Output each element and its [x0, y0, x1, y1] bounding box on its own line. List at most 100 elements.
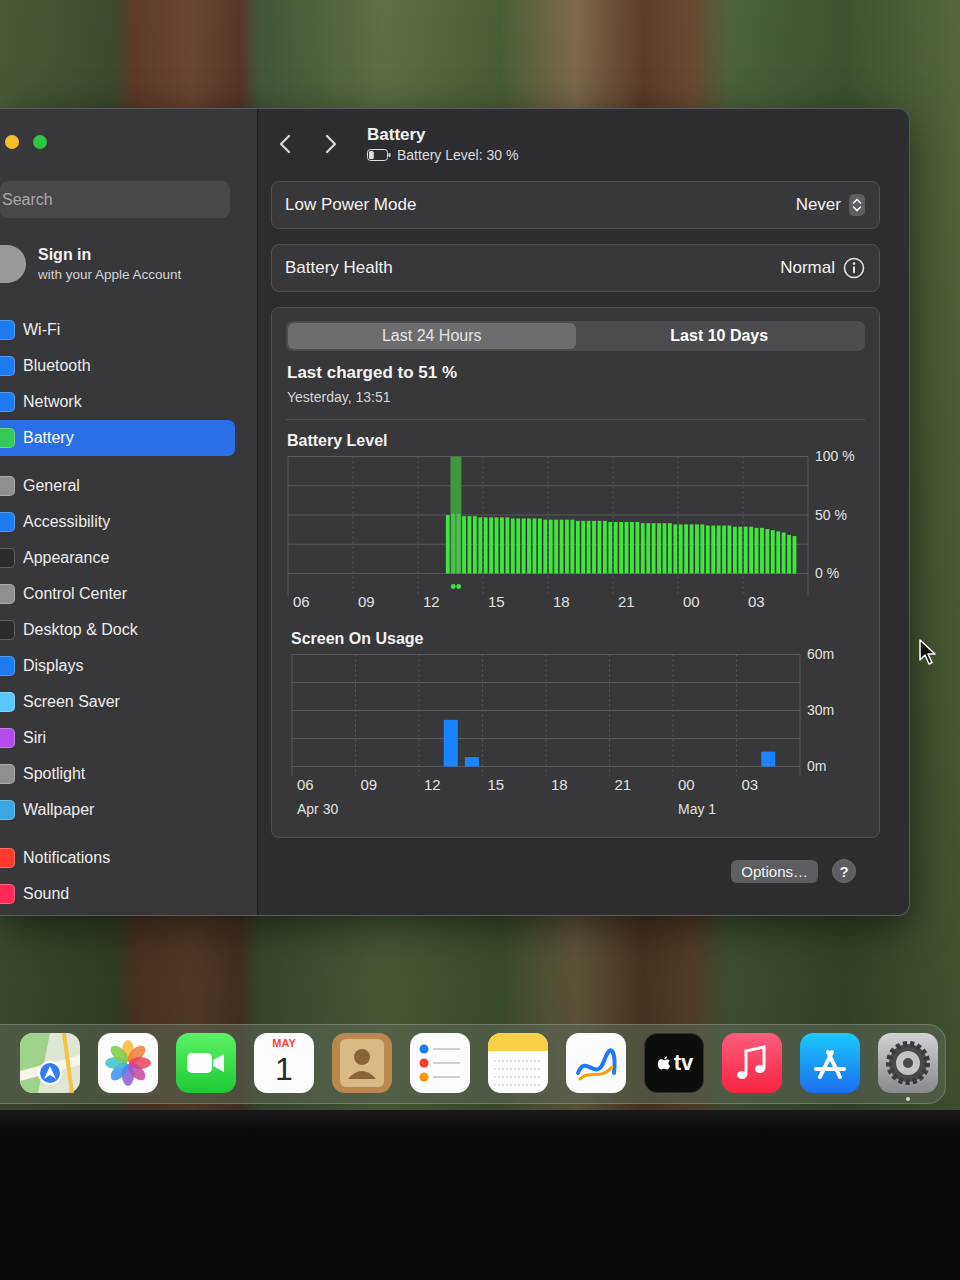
- battery-bar: [495, 517, 499, 573]
- range-tab[interactable]: Last 10 Days: [576, 323, 864, 349]
- setting-row: Low Power Mode Never: [271, 181, 880, 229]
- battery-bar: [646, 523, 650, 573]
- value-text: Normal: [780, 258, 835, 278]
- sidebar-item[interactable]: General: [0, 468, 235, 504]
- sidebar-item[interactable]: Sound: [0, 876, 235, 912]
- battery-bar: [614, 522, 618, 573]
- minimize-button[interactable]: [5, 135, 19, 149]
- sidebar-item[interactable]: Accessibility: [0, 504, 235, 540]
- sidebar-item[interactable]: Wi-Fi: [0, 312, 235, 348]
- content-pane: BatteryBattery Level: 30 % Low Power Mode…: [258, 109, 909, 915]
- help-button[interactable]: ?: [832, 859, 856, 883]
- reminders-icon[interactable]: [410, 1033, 470, 1093]
- maps-icon[interactable]: [20, 1033, 80, 1093]
- account-row[interactable]: Sign inwith your Apple Account: [0, 240, 234, 288]
- usage-bar: [444, 720, 458, 767]
- header: BatteryBattery Level: 30 %: [271, 121, 880, 167]
- sidebar-item[interactable]: Control Center: [0, 576, 235, 612]
- dock-item[interactable]: [176, 1033, 236, 1101]
- stepper-icon[interactable]: [849, 194, 865, 216]
- dock-item[interactable]: [488, 1033, 548, 1101]
- grid-line: [673, 655, 674, 776]
- tick-date: May 1: [678, 801, 736, 817]
- x-tick: 06Apr 30: [291, 776, 355, 817]
- info-icon[interactable]: [843, 257, 865, 279]
- facetime-icon[interactable]: [176, 1033, 236, 1093]
- notes-icon[interactable]: [488, 1033, 548, 1093]
- dock-item[interactable]: [566, 1033, 626, 1101]
- calendar-icon[interactable]: MAY1: [254, 1033, 314, 1093]
- tick-label: 18: [551, 776, 609, 793]
- battery-bar: [625, 522, 629, 573]
- back-button[interactable]: [273, 129, 297, 159]
- battery-bar: [679, 524, 683, 573]
- photos-icon[interactable]: [98, 1033, 158, 1093]
- battery-bar: [787, 535, 791, 574]
- dock-item[interactable]: [410, 1033, 470, 1101]
- dock-item[interactable]: [722, 1033, 782, 1101]
- grid-line: [353, 457, 354, 596]
- popup-button[interactable]: Never: [796, 194, 865, 216]
- chevron-left-icon[interactable]: [278, 133, 292, 155]
- sidebar-item[interactable]: Screen Saver: [0, 684, 235, 720]
- battery-bar: [554, 520, 558, 574]
- sidebar-item[interactable]: Wallpaper: [0, 792, 235, 828]
- options-button[interactable]: Options…: [731, 860, 818, 883]
- grid-line: [418, 457, 419, 596]
- dock-item[interactable]: [332, 1033, 392, 1101]
- contacts-icon[interactable]: [332, 1033, 392, 1093]
- settings-pane-icon: [0, 764, 15, 784]
- sidebar-label: Battery: [23, 429, 74, 447]
- battery-bar: [587, 521, 591, 574]
- sidebar-label: Control Center: [23, 585, 127, 603]
- battery-bar: [549, 520, 553, 574]
- sidebar-item[interactable]: Bluetooth: [0, 348, 235, 384]
- battery-bar: [635, 522, 639, 573]
- running-indicator: [594, 1097, 598, 1101]
- battery-bar: [516, 519, 520, 574]
- dock-item[interactable]: [800, 1033, 860, 1101]
- sidebar-item[interactable]: Siri: [0, 720, 235, 756]
- forward-button[interactable]: [319, 129, 343, 159]
- dock-item[interactable]: MAY1: [254, 1033, 314, 1101]
- sidebar-label: Notifications: [23, 849, 110, 867]
- battery-bar: [598, 521, 602, 574]
- setting-label: Low Power Mode: [285, 195, 416, 215]
- dock-item[interactable]: [20, 1033, 80, 1101]
- x-tick: 00: [677, 593, 742, 610]
- y-tick: 30m: [807, 701, 834, 719]
- sidebar-item[interactable]: Network: [0, 384, 235, 420]
- battery-bar: [695, 524, 699, 573]
- dock-item[interactable]: tv: [644, 1033, 704, 1101]
- sidebar-item[interactable]: Displays: [0, 648, 235, 684]
- sidebar-label: Sound: [23, 885, 69, 903]
- dock-item[interactable]: [878, 1033, 938, 1101]
- freeform-icon[interactable]: [566, 1033, 626, 1093]
- app-store-icon[interactable]: [800, 1033, 860, 1093]
- sidebar-item[interactable]: Notifications: [0, 840, 235, 876]
- sidebar-item[interactable]: Battery: [0, 420, 235, 456]
- battery-bar: [489, 517, 493, 573]
- running-indicator: [828, 1097, 832, 1101]
- battery-bar: [668, 523, 672, 573]
- x-tick: 18: [547, 593, 612, 610]
- tick-label: 21: [615, 776, 673, 793]
- music-icon[interactable]: [722, 1033, 782, 1093]
- system-settings-icon[interactable]: [878, 1033, 938, 1093]
- search-field[interactable]: Search: [0, 181, 230, 218]
- battery-bar: [538, 519, 542, 574]
- x-tick: 09: [352, 593, 417, 610]
- search-placeholder: Search: [2, 191, 53, 209]
- y-tick: 60m: [807, 645, 834, 663]
- desktop: Search Sign inwith your Apple Account Wi-F…: [0, 0, 960, 1024]
- sidebar-item[interactable]: Spotlight: [0, 756, 235, 792]
- sidebar-item[interactable]: Appearance: [0, 540, 235, 576]
- dock-item[interactable]: [98, 1033, 158, 1101]
- chevron-right-icon[interactable]: [324, 133, 338, 155]
- zoom-button[interactable]: [33, 135, 47, 149]
- tv-icon[interactable]: tv: [644, 1033, 704, 1093]
- range-tab[interactable]: Last 24 Hours: [288, 323, 576, 349]
- battery-bar: [446, 515, 450, 574]
- sidebar-item[interactable]: Desktop & Dock: [0, 612, 235, 648]
- chart-title: Screen On Usage: [291, 630, 865, 648]
